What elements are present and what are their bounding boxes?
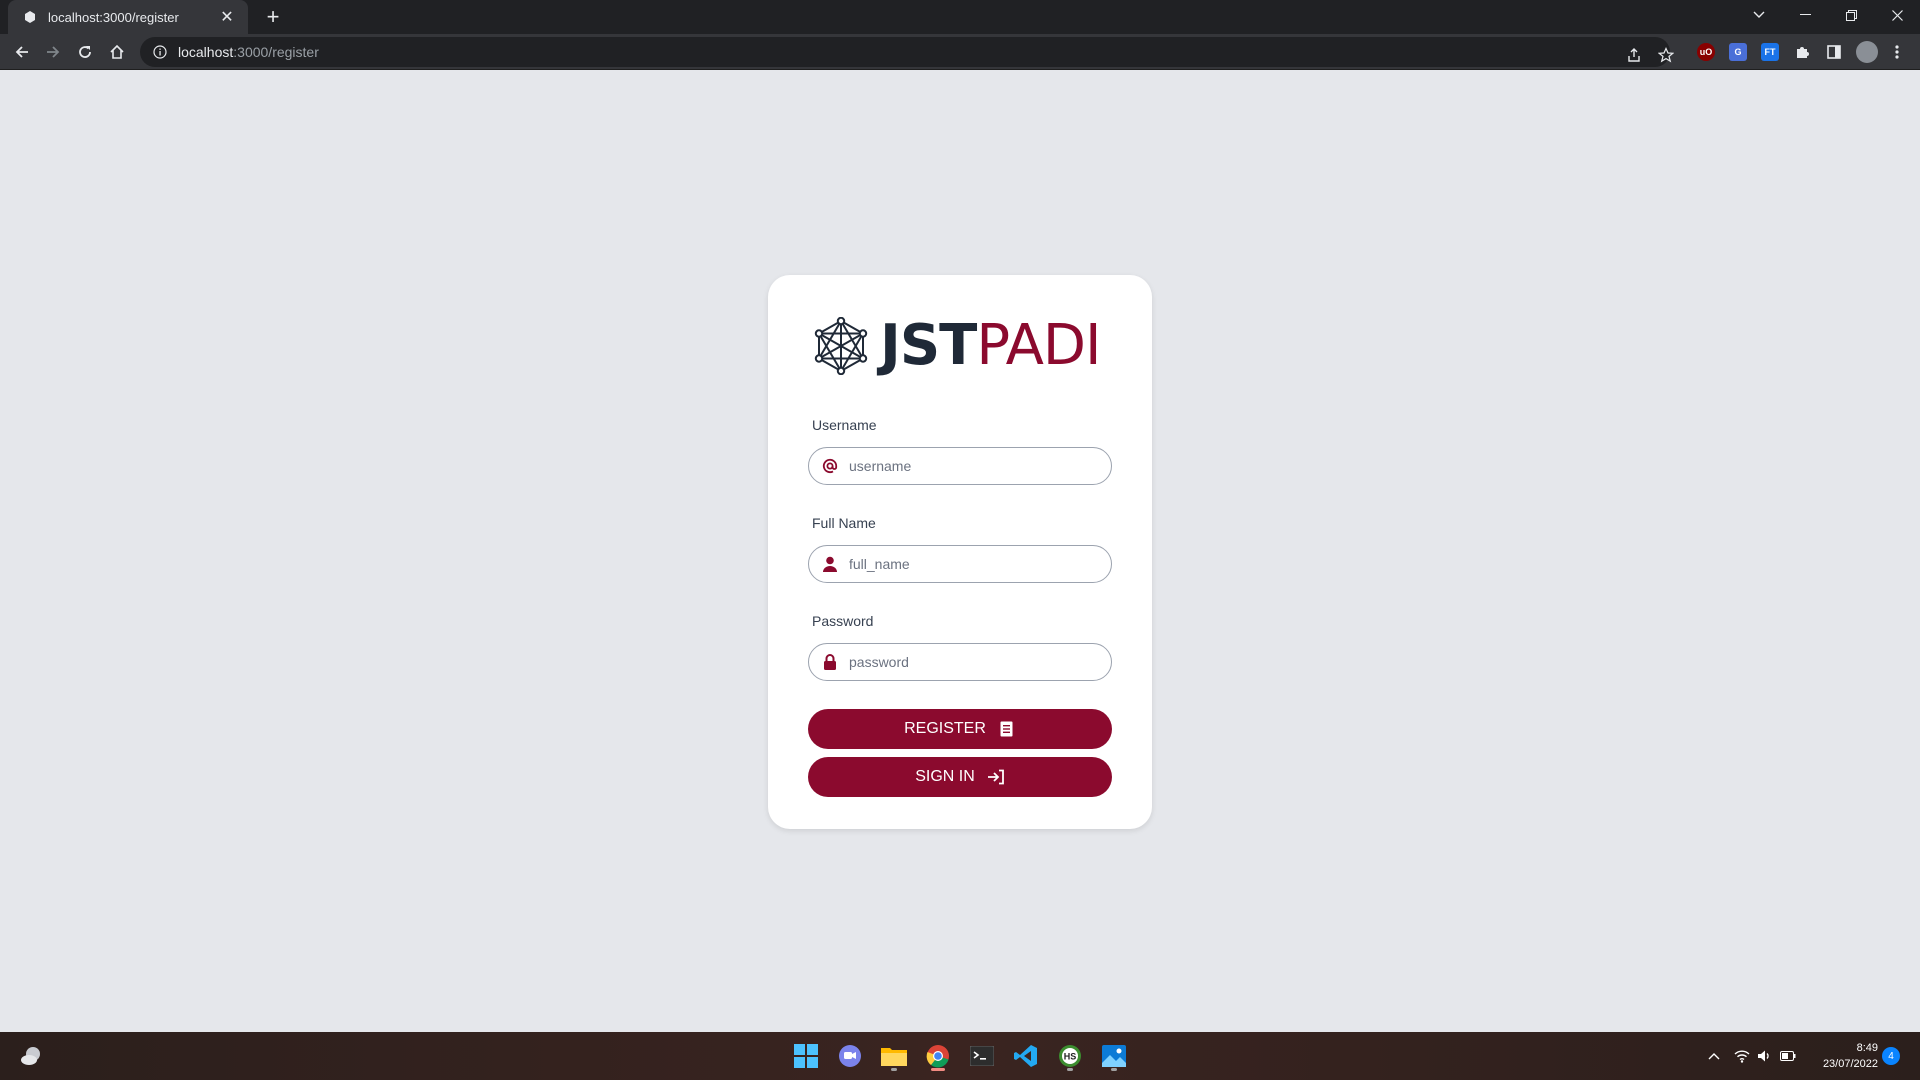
back-arrow-icon[interactable] <box>9 39 35 65</box>
tray-overflow-chevron-icon[interactable] <box>1704 1046 1724 1066</box>
url-path: :3000/register <box>233 44 319 60</box>
reload-icon[interactable] <box>72 39 98 65</box>
google-translate-icon[interactable]: G <box>1729 43 1747 61</box>
windows-taskbar: HS 8:49 23/07/2022 4 <box>0 1032 1920 1080</box>
logo-text-padi: PADI <box>976 313 1101 378</box>
notification-badge[interactable]: 4 <box>1882 1047 1900 1065</box>
chrome-icon[interactable] <box>922 1040 954 1072</box>
running-indicator <box>891 1068 897 1071</box>
register-button-label: REGISTER <box>904 720 986 737</box>
clipboard-icon <box>998 720 1016 738</box>
username-input[interactable] <box>849 458 1111 474</box>
lock-icon <box>821 653 839 671</box>
windows-start-icon[interactable] <box>790 1040 822 1072</box>
password-field[interactable] <box>808 643 1112 681</box>
minimize-icon[interactable] <box>1782 0 1828 30</box>
clock-time: 8:49 <box>1856 1042 1878 1054</box>
sign-in-arrow-icon <box>987 768 1005 786</box>
home-icon[interactable] <box>104 39 130 65</box>
bookmark-star-icon[interactable] <box>1655 44 1677 66</box>
url-host: localhost <box>178 44 234 60</box>
close-window-icon[interactable] <box>1874 0 1920 30</box>
active-indicator <box>931 1068 945 1071</box>
at-icon <box>821 457 839 475</box>
tab-search-icon[interactable] <box>1736 0 1782 30</box>
profile-avatar[interactable] <box>1856 41 1878 63</box>
password-label: Password <box>812 613 874 629</box>
browser-toolbar: localhost:3000/register uO G FT <box>0 34 1920 70</box>
extension-icon-blue[interactable]: FT <box>1761 43 1779 61</box>
logo-text-jst: JST <box>880 313 977 378</box>
wifi-icon[interactable] <box>1732 1046 1752 1066</box>
browser-tab[interactable]: localhost:3000/register ✕ <box>8 0 248 34</box>
weather-widget-icon[interactable] <box>16 1040 48 1072</box>
network-logo-icon <box>814 317 868 375</box>
vscode-icon[interactable] <box>1010 1040 1042 1072</box>
address-bar[interactable]: localhost:3000/register <box>140 37 1674 67</box>
sidepanel-icon[interactable] <box>1825 43 1843 61</box>
running-indicator <box>1067 1068 1073 1071</box>
puzzle-extensions-icon[interactable] <box>1793 43 1811 61</box>
register-card: JSTPADI Username Full Name Password REGI… <box>768 275 1152 829</box>
username-label: Username <box>812 417 877 433</box>
photos-icon[interactable] <box>1098 1040 1130 1072</box>
app-logo: JSTPADI <box>812 317 1102 375</box>
password-input[interactable] <box>849 654 1111 670</box>
clock-date: 23/07/2022 <box>1822 1058 1878 1070</box>
kebab-menu-icon[interactable] <box>1888 43 1906 61</box>
sign-in-button-label: SIGN IN <box>915 768 975 785</box>
sign-in-button[interactable]: SIGN IN <box>808 757 1112 797</box>
full-name-input[interactable] <box>849 556 1111 572</box>
svg-text:HS: HS <box>1064 1052 1077 1062</box>
tab-title: localhost:3000/register <box>48 9 179 25</box>
running-indicator <box>1111 1068 1117 1071</box>
forward-arrow-icon[interactable] <box>40 39 66 65</box>
ublock-origin-icon[interactable]: uO <box>1697 43 1715 61</box>
file-explorer-icon[interactable] <box>878 1040 910 1072</box>
volume-icon[interactable] <box>1754 1046 1774 1066</box>
logo-wordmark: JSTPADI <box>880 318 1102 374</box>
user-icon <box>821 555 839 573</box>
site-info-icon[interactable] <box>152 44 168 60</box>
username-field[interactable] <box>808 447 1112 485</box>
register-button[interactable]: REGISTER <box>808 709 1112 749</box>
hs-app-icon[interactable]: HS <box>1054 1040 1086 1072</box>
system-clock[interactable]: 8:49 23/07/2022 <box>1806 1040 1878 1072</box>
share-icon[interactable] <box>1623 44 1645 66</box>
tab-close-icon[interactable]: ✕ <box>218 7 236 27</box>
battery-icon[interactable] <box>1778 1046 1798 1066</box>
restore-icon[interactable] <box>1828 0 1874 30</box>
terminal-icon[interactable] <box>966 1040 998 1072</box>
browser-tabbar: localhost:3000/register ✕ + <box>0 0 1920 34</box>
page-favicon-icon <box>22 9 38 25</box>
new-tab-button[interactable]: + <box>260 4 286 30</box>
full-name-label: Full Name <box>812 515 876 531</box>
full-name-field[interactable] <box>808 545 1112 583</box>
teams-chat-icon[interactable] <box>834 1040 866 1072</box>
